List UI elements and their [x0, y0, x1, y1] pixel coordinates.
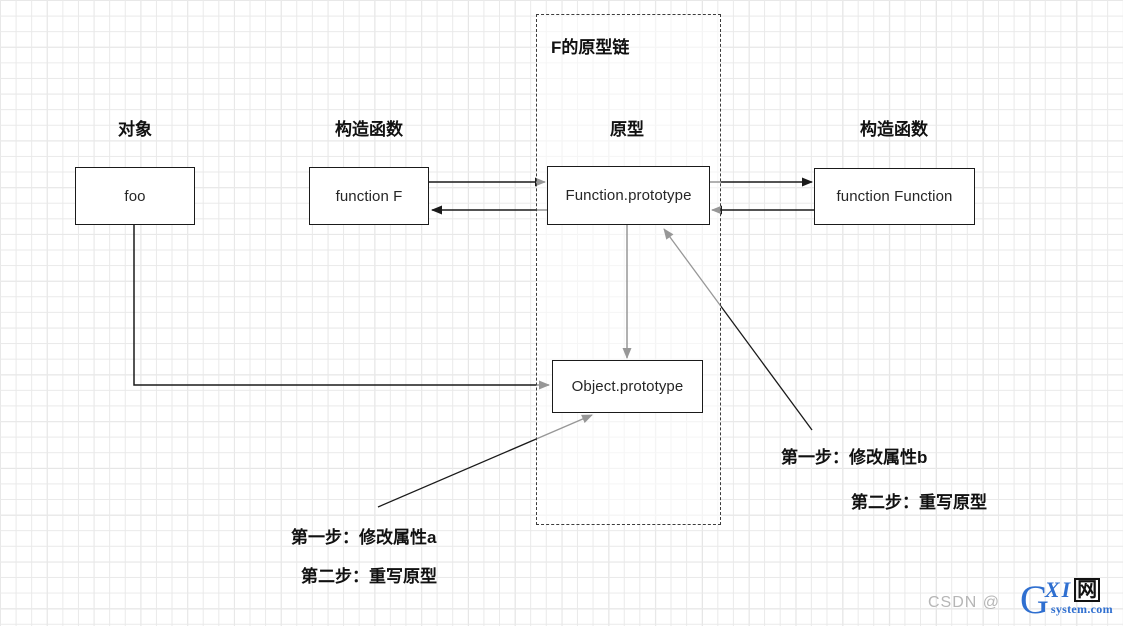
- note-b-line1: 第一步：修改属性b: [781, 448, 928, 467]
- watermark-csdn-text: CSDN @: [928, 594, 1001, 611]
- group-prototype-chain: [536, 14, 721, 525]
- watermark-logo-stack: XI 网 system.com: [1045, 578, 1113, 617]
- note-a-line1: 第一步：修改属性a: [291, 528, 437, 547]
- node-function-f[interactable]: function F: [309, 167, 429, 225]
- column-header-constructor-f: 构造函数: [335, 120, 403, 139]
- node-function-function[interactable]: function Function: [814, 168, 975, 225]
- column-header-constructor-function: 构造函数: [860, 120, 928, 139]
- watermark-logo-wang: 网: [1074, 578, 1101, 602]
- watermark-logo-xi: XI: [1044, 577, 1073, 602]
- column-header-object: 对象: [118, 120, 152, 139]
- column-header-prototype: 原型: [610, 120, 644, 139]
- edge-foo-to-objectprototype: [133, 225, 550, 390]
- node-object-prototype[interactable]: Object.prototype: [552, 360, 703, 413]
- note-b-line2: 第二步：重写原型: [851, 493, 987, 512]
- diagram-canvas: F的原型链 对象 构造函数 原型 构造函数 foo function F Fun…: [0, 0, 1123, 626]
- watermark-logo: G XI 网 system.com: [1020, 578, 1113, 620]
- node-foo[interactable]: foo: [75, 167, 195, 225]
- group-title-prototype-chain: F的原型链: [551, 38, 630, 57]
- note-a-line2: 第二步：重写原型: [301, 567, 437, 586]
- watermark-logo-subtitle: system.com: [1050, 602, 1113, 616]
- watermark-logo-row: XI 网: [1044, 577, 1101, 602]
- node-function-prototype[interactable]: Function.prototype: [547, 166, 710, 225]
